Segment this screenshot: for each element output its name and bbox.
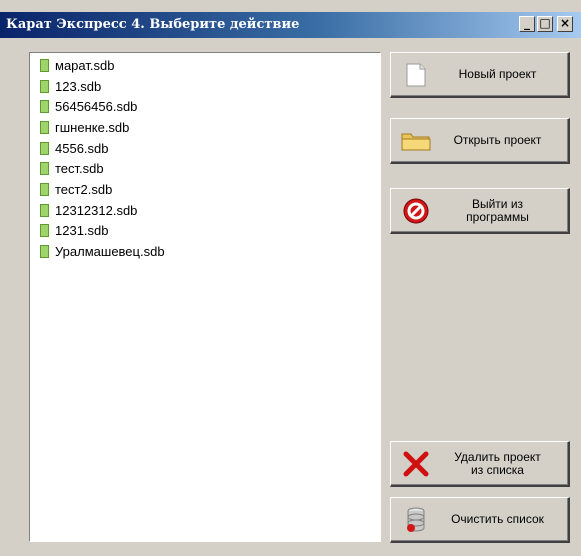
list-item[interactable]: 123.sdb bbox=[40, 76, 380, 97]
file-icon bbox=[40, 224, 49, 238]
list-item[interactable]: Уралмашевец.sdb bbox=[40, 241, 380, 262]
clear-list-label: Очистить список bbox=[451, 512, 544, 526]
list-item[interactable]: 1231.sdb bbox=[40, 221, 380, 242]
file-icon bbox=[40, 182, 49, 196]
file-icon bbox=[40, 58, 49, 72]
title-bar[interactable]: Карат Экспресс 4. Выберите действие _ □ … bbox=[0, 12, 581, 38]
remove-project-button[interactable]: Удалить проект из списка bbox=[390, 441, 570, 487]
database-icon bbox=[399, 506, 433, 534]
exit-button[interactable]: Выйти из программы bbox=[390, 188, 570, 234]
list-item[interactable]: гшненке.sdb bbox=[40, 117, 380, 138]
file-icon bbox=[40, 162, 49, 176]
list-item[interactable]: 4556.sdb bbox=[40, 138, 380, 159]
file-name: тест.sdb bbox=[55, 161, 104, 177]
exit-label: Выйти из программы bbox=[466, 196, 529, 224]
file-icon bbox=[40, 120, 49, 134]
file-name: 1231.sdb bbox=[55, 223, 109, 239]
remove-project-label: Удалить проект из списка bbox=[454, 449, 541, 477]
new-project-button[interactable]: Новый проект bbox=[390, 52, 570, 98]
list-item[interactable]: марат.sdb bbox=[40, 55, 380, 76]
main-window: Карат Экспресс 4. Выберите действие _ □ … bbox=[0, 0, 581, 556]
file-icon bbox=[40, 100, 49, 114]
file-icon bbox=[40, 203, 49, 217]
maximize-button[interactable]: □ bbox=[537, 16, 553, 32]
file-icon bbox=[40, 245, 49, 259]
file-name: гшненке.sdb bbox=[55, 119, 130, 135]
file-icon bbox=[40, 79, 49, 93]
close-button[interactable]: × bbox=[557, 16, 573, 32]
minimize-button[interactable]: _ bbox=[519, 16, 535, 32]
stop-icon bbox=[399, 197, 433, 225]
file-name: марат.sdb bbox=[55, 57, 115, 73]
open-project-button[interactable]: Открыть проект bbox=[390, 118, 570, 164]
project-list[interactable]: марат.sdb 123.sdb 56456456.sdb гшненке.sdb 4… bbox=[29, 52, 381, 542]
list-item[interactable]: 12312312.sdb bbox=[40, 200, 380, 221]
list-item[interactable]: тест2.sdb bbox=[40, 179, 380, 200]
file-name: 56456456.sdb bbox=[55, 99, 138, 115]
list-item[interactable]: тест.sdb bbox=[40, 158, 380, 179]
open-project-label: Открыть проект bbox=[453, 133, 542, 147]
file-name: Уралмашевец.sdb bbox=[55, 244, 165, 260]
window-title: Карат Экспресс 4. Выберите действие bbox=[6, 17, 300, 32]
red-x-icon bbox=[399, 450, 433, 478]
file-name: тест2.sdb bbox=[55, 181, 113, 197]
new-project-label: Новый проект bbox=[458, 67, 537, 81]
file-name: 123.sdb bbox=[55, 78, 102, 94]
file-name: 4556.sdb bbox=[55, 140, 109, 156]
folder-icon bbox=[399, 130, 433, 152]
clear-list-button[interactable]: Очистить список bbox=[390, 497, 570, 543]
file-name: 12312312.sdb bbox=[55, 202, 138, 218]
file-icon bbox=[40, 141, 49, 155]
project-list-items: марат.sdb 123.sdb 56456456.sdb гшненке.sdb 4… bbox=[30, 53, 380, 262]
blank-page-icon bbox=[399, 62, 433, 88]
list-item[interactable]: 56456456.sdb bbox=[40, 96, 380, 117]
